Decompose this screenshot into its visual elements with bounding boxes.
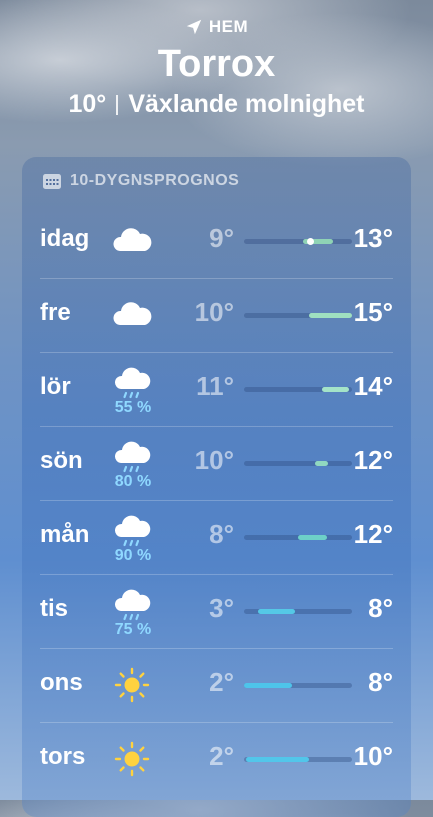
temperature-range-fill — [258, 609, 295, 614]
current-temperature: 10° — [68, 90, 107, 118]
forecast-row-sön[interactable]: sön 80 % 10° 12° — [40, 426, 393, 500]
high-temperature: 12° — [353, 519, 393, 549]
forecast-row-fre[interactable]: fre 10° 15° — [40, 278, 393, 352]
low-temperature: 10° — [194, 297, 234, 327]
precipitation-chance: 80 % — [114, 473, 152, 490]
temperature-range-bar — [244, 238, 352, 245]
day-label: tis — [40, 595, 69, 622]
day-label: idag — [40, 225, 90, 252]
low-temperature: 8° — [209, 519, 234, 549]
forecast-row-mån[interactable]: mån 90 % 8° 12° — [40, 500, 393, 574]
temperature-range-fill — [244, 683, 292, 688]
day-label: fre — [40, 299, 71, 326]
high-temperature: 8° — [368, 593, 393, 623]
temperature-range-bar — [244, 757, 352, 762]
precipitation-chance: 90 % — [114, 547, 152, 564]
temperature-range-bar — [244, 387, 352, 392]
forecast-row-ons[interactable]: ons 2° 8° — [40, 648, 393, 722]
city-name: Torrox — [157, 43, 276, 85]
low-temperature: 2° — [209, 667, 234, 697]
low-temperature: 2° — [209, 741, 234, 771]
precipitation-chance: 55 % — [114, 399, 152, 416]
sun-icon — [110, 665, 154, 705]
temperature-range-bar — [244, 535, 352, 540]
high-temperature: 10° — [353, 741, 393, 771]
forecast-card[interactable]: 10-DYGNSPROGNOS idag 9° 13° fre 10° 15° lör 55 … — [22, 157, 411, 817]
low-temperature: 9° — [209, 223, 234, 253]
cloud-icon — [110, 295, 154, 335]
location-arrow-icon — [186, 19, 202, 35]
temperature-range-fill — [298, 535, 328, 540]
high-temperature: 12° — [353, 445, 393, 475]
temperature-range-bar — [244, 683, 352, 688]
header: HEM Torrox 10° Växlande molnighet — [0, 14, 433, 119]
cloud-icon — [110, 221, 154, 261]
forecast-title: 10-DYGNSPROGNOS — [70, 172, 240, 189]
current-conditions: 10° Växlande molnighet — [0, 90, 433, 119]
high-temperature: 15° — [353, 297, 393, 327]
low-temperature: 3° — [209, 593, 234, 623]
low-temperature: 10° — [194, 445, 234, 475]
precipitation-chance: 75 % — [114, 621, 152, 638]
forecast-row-idag[interactable]: idag 9° 13° — [40, 205, 393, 278]
forecast-row-lör[interactable]: lör 55 % 11° 14° — [40, 352, 393, 426]
day-label: ons — [40, 669, 83, 696]
forecast-row-tis[interactable]: tis 75 % 3° 8° — [40, 574, 393, 648]
low-temperature: 11° — [196, 371, 234, 401]
condition-text: Växlande molnighet — [128, 90, 365, 118]
temperature-range-bar — [244, 461, 352, 466]
temperature-range-fill — [321, 387, 349, 392]
day-label: sön — [40, 447, 83, 474]
temperature-range-fill — [246, 757, 309, 762]
high-temperature: 8° — [368, 667, 393, 697]
temperature-range-bar — [244, 313, 352, 318]
day-label: mån — [40, 521, 90, 548]
day-label: tors — [40, 743, 86, 770]
high-temperature: 13° — [353, 223, 393, 253]
separator — [116, 94, 119, 115]
sun-icon — [110, 739, 154, 779]
location-row: HEM — [0, 14, 433, 40]
calendar-icon — [43, 174, 61, 189]
temperature-range-fill — [308, 313, 352, 318]
forecast-row-tors[interactable]: tors 2° 10° — [40, 722, 393, 796]
forecast-list: idag 9° 13° fre 10° 15° lör 55 % 11° 14° sön 80 % 10… — [22, 205, 411, 796]
day-label: lör — [40, 373, 71, 400]
high-temperature: 14° — [353, 371, 393, 401]
location-label: HEM — [208, 17, 249, 36]
temperature-range-fill — [315, 461, 329, 466]
forecast-header: 10-DYGNSPROGNOS — [22, 157, 411, 205]
temperature-range-bar — [244, 609, 352, 614]
